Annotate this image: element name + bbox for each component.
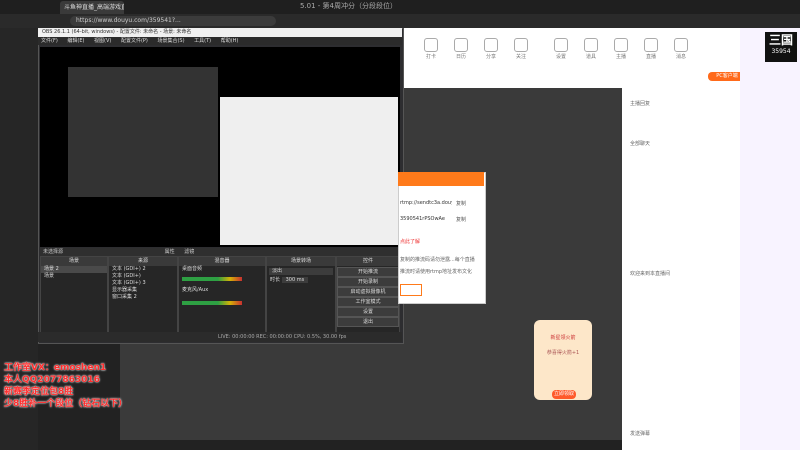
properties-button[interactable]: 属性: [165, 249, 175, 255]
copy-key-button[interactable]: 复制: [456, 216, 466, 223]
menu-scene-collection[interactable]: 场景集合(S): [157, 38, 184, 44]
studio-mode-button[interactable]: 工作室模式: [337, 297, 399, 307]
mixer-header: 混音器: [179, 257, 265, 266]
address-bar: https://www.douyu.com/359541?...: [0, 14, 800, 28]
preview-browser-capture: [220, 97, 398, 245]
sources-header: 来源: [109, 257, 177, 266]
mixer-channel-label: 桌面音频: [182, 266, 203, 272]
obs-title-bar: OBS 26.1.1 (64-bit, windows) - 配置文件: 未命名…: [38, 28, 402, 37]
chat-header: 主播回复: [630, 101, 651, 107]
nav-item-follow[interactable]: 关注: [508, 36, 534, 60]
transition-select[interactable]: 淡出: [269, 268, 333, 275]
dialog-note: 推流时请使用rtmp地址发布文化: [400, 269, 473, 275]
volume-meter: [182, 301, 242, 305]
learn-more-link[interactable]: 点此了解: [400, 238, 420, 245]
dialog-note: 复制的推流码请勿泄露...每个直播: [400, 257, 475, 263]
menu-profile[interactable]: 配置文件(P): [121, 38, 148, 44]
nav-item-live[interactable]: 直播: [638, 36, 664, 60]
scene-item[interactable]: 场景: [41, 273, 107, 280]
chat-line: 欢迎来到本直播间: [630, 271, 671, 277]
exit-button[interactable]: 退出: [337, 317, 399, 327]
scenes-dock: 场景 场景 2 场景: [40, 256, 108, 334]
share-icon: [484, 38, 498, 52]
obs-preview[interactable]: [40, 47, 400, 247]
window-title: 5.01 - 第4周冲分（分段段位）: [300, 2, 398, 10]
settings-button[interactable]: 设置: [337, 307, 399, 317]
nav-item-calendar[interactable]: 日历: [448, 36, 474, 60]
calendar-icon: [424, 38, 438, 52]
sources-dock: 来源 文本 (GDI+) 2 文本 (GDI+) 文本 (GDI+) 3 显示器…: [108, 256, 178, 334]
menu-view[interactable]: 视图(V): [94, 38, 111, 44]
logo-glyph: 三国: [768, 33, 793, 47]
menu-edit[interactable]: 编辑(E): [67, 38, 84, 44]
no-source-label: 未选择源: [43, 249, 64, 255]
obs-status-text: LIVE: 00:00:00 REC: 00:00:00 CPU: 0.5%, …: [218, 334, 347, 340]
promo-rail: [740, 28, 800, 450]
source-item[interactable]: 文本 (GDI+) 2: [109, 266, 177, 273]
duration-input[interactable]: 300 ms: [281, 277, 309, 283]
gift-title: 新星领火箭: [550, 335, 576, 341]
gear-icon: [554, 38, 568, 52]
room-logo: 三国 35954: [765, 32, 797, 62]
source-item[interactable]: 显示器采集: [109, 287, 177, 294]
virtual-camera-button[interactable]: 启动虚拟摄像机: [337, 287, 399, 297]
controls-header: 控件: [337, 257, 399, 266]
overlay-line: 新赛季定位包8胜: [4, 387, 74, 397]
nav-item-messages[interactable]: 消息: [668, 36, 694, 60]
source-item[interactable]: 窗口采集 2: [109, 294, 177, 301]
dialog-confirm-button[interactable]: [400, 284, 422, 296]
obs-menu-bar: 文件(F) 编辑(E) 视图(V) 配置文件(P) 场景集合(S) 工具(T) …: [38, 37, 402, 45]
volume-meter: [182, 277, 242, 281]
start-streaming-button[interactable]: 开始推流: [337, 267, 399, 277]
nav-item-share[interactable]: 分享: [478, 36, 504, 60]
transitions-dock: 场景转场 淡出 时长 300 ms: [266, 256, 336, 334]
obs-source-toolbar: 未选择源 属性 滤镜: [40, 248, 400, 256]
gift-subtitle: 恭喜得火箭+1: [546, 350, 580, 356]
mixer-channel-label: 麦克风/Aux: [182, 287, 209, 293]
video-icon: [644, 38, 658, 52]
chat-input[interactable]: 发送弹幕: [630, 430, 734, 437]
overlay-line: 少8胜补一个段位（钻石以下）: [4, 399, 128, 409]
nav-item-anchor[interactable]: 主播: [608, 36, 634, 60]
obs-title: OBS 26.1.1 (64-bit, windows) - 配置文件: 未命名…: [42, 29, 192, 35]
stream-key-field[interactable]: 3590541rPSOwAe: [400, 216, 452, 222]
source-item[interactable]: 文本 (GDI+) 3: [109, 280, 177, 287]
duration-label: 时长: [270, 277, 281, 283]
menu-help[interactable]: 帮助(H): [221, 38, 239, 44]
scene-item[interactable]: 场景 2: [41, 266, 107, 273]
browser-tab-bar: 斗鱼神直播_高端游戏直播_火热 5.01 - 第4周冲分（分段段位）: [0, 0, 800, 14]
clock-icon: [454, 38, 468, 52]
nav-item-checkin[interactable]: 打卡: [418, 36, 444, 60]
overlay-line: 工作室VX：emoshen1: [4, 363, 107, 373]
nav-item-props[interactable]: 道具: [578, 36, 604, 60]
user-icon: [614, 38, 628, 52]
preview-nested-capture: [68, 67, 218, 197]
url-field[interactable]: https://www.douyu.com/359541?...: [70, 16, 276, 26]
start-recording-button[interactable]: 开始录制: [337, 277, 399, 287]
chat-line: 全部聊天: [630, 141, 651, 147]
dialog-header: [398, 172, 484, 186]
menu-file[interactable]: 文件(F): [41, 38, 58, 44]
source-item[interactable]: 文本 (GDI+): [109, 273, 177, 280]
room-id: 35954: [771, 48, 791, 55]
push-url-field[interactable]: rtmp://sendtc3a.douyu.com/live: [400, 200, 452, 206]
overlay-line: 本人QQ2077863016: [4, 375, 100, 385]
nav-item-settings[interactable]: 设置: [548, 36, 574, 60]
gift-icon: [584, 38, 598, 52]
transitions-header: 场景转场: [267, 257, 335, 266]
mixer-dock: 混音器 桌面音频 麦克风/Aux: [178, 256, 266, 334]
copy-url-button[interactable]: 复制: [456, 200, 466, 207]
promo-overlay: 工作室VX：emoshen1 本人QQ2077863016 新赛季定位包8胜 少…: [4, 362, 144, 410]
claim-gift-button[interactable]: 立即领取: [552, 390, 576, 399]
bell-icon: [674, 38, 688, 52]
gift-popup[interactable]: 新星领火箭 恭喜得火箭+1: [534, 320, 592, 400]
obs-status-bar: LIVE: 00:00:00 REC: 00:00:00 CPU: 0.5%, …: [38, 332, 402, 342]
heart-icon: [514, 38, 528, 52]
menu-tools[interactable]: 工具(T): [194, 38, 211, 44]
filters-button[interactable]: 滤镜: [184, 249, 194, 255]
scenes-header: 场景: [41, 257, 107, 266]
browser-tab[interactable]: 斗鱼神直播_高端游戏直播_火热: [60, 1, 124, 14]
